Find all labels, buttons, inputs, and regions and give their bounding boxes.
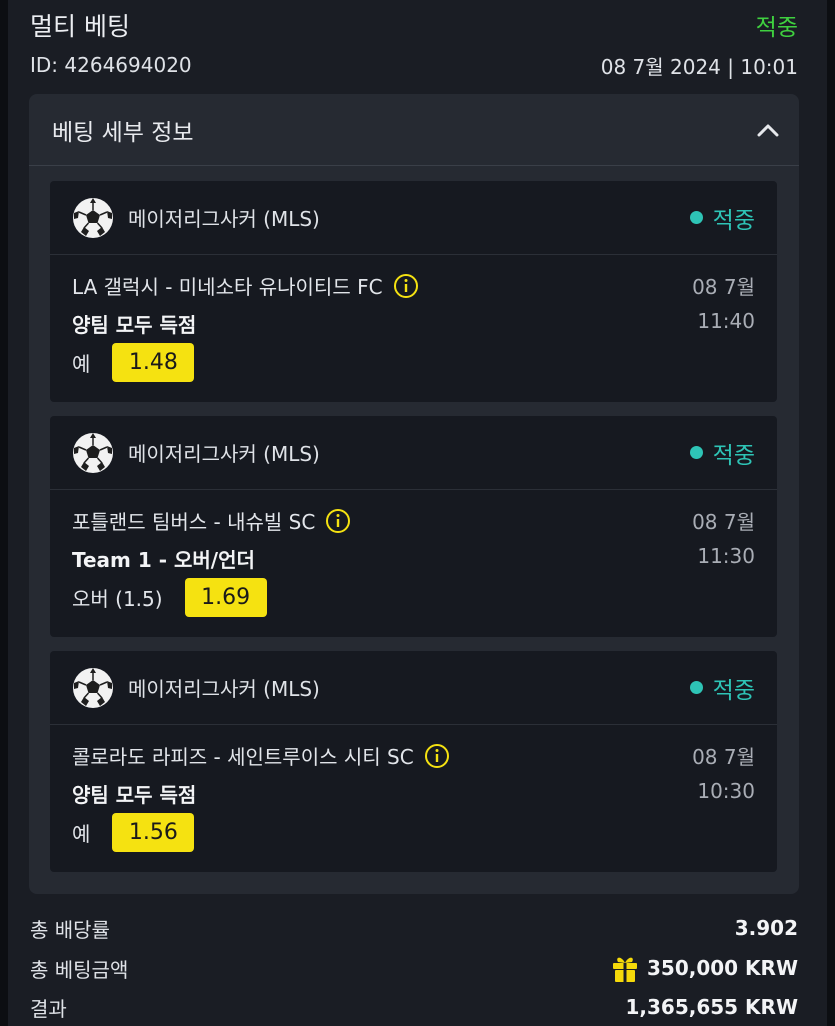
- match-time: 10:30: [697, 779, 755, 803]
- soccer-ball-icon: [73, 667, 113, 708]
- bet-selection-card: 메이저리그사커 (MLS) 적중 포틀랜드 팀버스 - 내슈빌 SC Team …: [50, 416, 777, 637]
- bet-header: 멀티 베팅 적중: [30, 6, 798, 44]
- soccer-ball-icon: [73, 197, 113, 238]
- bet-id-row: ID: 4264694020 08 7월 2024 | 10:01: [30, 48, 798, 82]
- info-icon[interactable]: [325, 508, 351, 534]
- bet-type-title: 멀티 베팅: [30, 12, 130, 41]
- status-dot: [689, 446, 703, 459]
- bet-detail-page: 멀티 베팅 적중 ID: 4264694020 08 7월 2024 | 10:…: [8, 0, 827, 1026]
- total-stake-label: 총 베팅금액: [30, 957, 129, 982]
- selection-name: 예: [72, 822, 91, 846]
- selection-name: 오버 (1.5): [72, 587, 163, 611]
- card-header: 메이저리그사커 (MLS) 적중: [50, 416, 777, 490]
- match-row: 포틀랜드 팀버스 - 내슈빌 SC: [72, 506, 351, 535]
- match-time: 11:40: [697, 309, 755, 333]
- match-date: 08 7월: [692, 745, 755, 769]
- status-dot: [689, 211, 703, 224]
- match-name: 포틀랜드 팀버스 - 내슈빌 SC: [72, 510, 316, 534]
- selection-row: 오버 (1.5) 1.69: [72, 578, 267, 617]
- status-dot: [689, 681, 703, 694]
- total-stake-row: 총 베팅금액 350,000 KRW: [30, 949, 798, 987]
- match-row: LA 갤럭시 - 미네소타 유나이티드 FC: [72, 271, 419, 300]
- market-name: Team 1 - 오버/언더: [72, 548, 255, 572]
- selection-row: 예 1.48: [72, 343, 195, 382]
- league-row: 메이저리그사커 (MLS): [72, 197, 320, 239]
- total-odds-row: 총 배당률 3.902: [30, 910, 798, 946]
- card-header: 메이저리그사커 (MLS) 적중: [50, 181, 777, 255]
- league-name: 메이저리그사커 (MLS): [128, 442, 320, 466]
- odds-badge: 1.48: [112, 343, 195, 382]
- card-header: 메이저리그사커 (MLS) 적중: [50, 651, 777, 725]
- bet-details-header[interactable]: 베팅 세부 정보: [29, 94, 799, 166]
- league-row: 메이저리그사커 (MLS): [72, 667, 320, 709]
- bet-selection-card: 메이저리그사커 (MLS) 적중 LA 갤럭시 - 미네소타 유나이티드 FC …: [50, 181, 777, 402]
- chevron-up-icon[interactable]: [757, 123, 779, 137]
- selection-status-text: 적중: [712, 207, 755, 234]
- match-date: 08 7월: [692, 510, 755, 534]
- selection-status: 적중: [689, 671, 755, 705]
- card-body: 포틀랜드 팀버스 - 내슈빌 SC Team 1 - 오버/언더 오버 (1.5…: [50, 490, 777, 637]
- selection-status-text: 적중: [712, 442, 755, 469]
- match-row: 콜로라도 라피즈 - 세인트루이스 시티 SC: [72, 741, 450, 770]
- total-odds-value: 3.902: [734, 916, 798, 940]
- bet-details-panel: 베팅 세부 정보 메이저리그사커 (MLS) 적중 LA 갤럭시 - 미네소타 …: [29, 94, 799, 894]
- match-name: LA 갤럭시 - 미네소타 유나이티드 FC: [72, 275, 383, 299]
- bet-status: 적중: [755, 15, 798, 41]
- league-name: 메이저리그사커 (MLS): [128, 677, 320, 701]
- league-row: 메이저리그사커 (MLS): [72, 432, 320, 474]
- selection-status-text: 적중: [712, 677, 755, 704]
- market-name: 양팀 모두 득점: [72, 313, 197, 337]
- odds-badge: 1.69: [184, 578, 267, 617]
- selection-status: 적중: [689, 201, 755, 235]
- match-date: 08 7월: [692, 275, 755, 299]
- match-time: 11:30: [697, 544, 755, 568]
- selection-status: 적중: [689, 436, 755, 470]
- bet-details-title: 베팅 세부 정보: [52, 119, 194, 146]
- gift-icon: [612, 957, 637, 982]
- soccer-ball-icon: [73, 432, 113, 473]
- bet-id: ID: 4264694020: [30, 53, 192, 77]
- result-row: 결과 1,365,655 KRW: [30, 989, 798, 1025]
- card-body: LA 갤럭시 - 미네소타 유나이티드 FC 양팀 모두 득점 예 1.48 0…: [50, 255, 777, 402]
- bet-datetime: 08 7월 2024 | 10:01: [600, 54, 798, 79]
- match-name: 콜로라도 라피즈 - 세인트루이스 시티 SC: [72, 745, 414, 769]
- info-icon[interactable]: [424, 743, 450, 769]
- selection-name: 예: [72, 352, 91, 376]
- result-value: 1,365,655 KRW: [625, 995, 798, 1019]
- odds-badge: 1.56: [112, 813, 195, 852]
- selection-row: 예 1.56: [72, 813, 195, 852]
- league-name: 메이저리그사커 (MLS): [128, 207, 320, 231]
- info-icon[interactable]: [393, 273, 419, 299]
- result-label: 결과: [30, 996, 67, 1021]
- bet-selection-card: 메이저리그사커 (MLS) 적중 콜로라도 라피즈 - 세인트루이스 시티 SC: [50, 651, 777, 872]
- total-stake-value: 350,000 KRW: [646, 956, 798, 980]
- card-body: 콜로라도 라피즈 - 세인트루이스 시티 SC 양팀 모두 득점 예 1.56 …: [50, 725, 777, 872]
- total-stake-value-wrap: 350,000 KRW: [611, 953, 798, 983]
- total-odds-label: 총 배당률: [30, 917, 110, 942]
- market-name: 양팀 모두 득점: [72, 783, 197, 807]
